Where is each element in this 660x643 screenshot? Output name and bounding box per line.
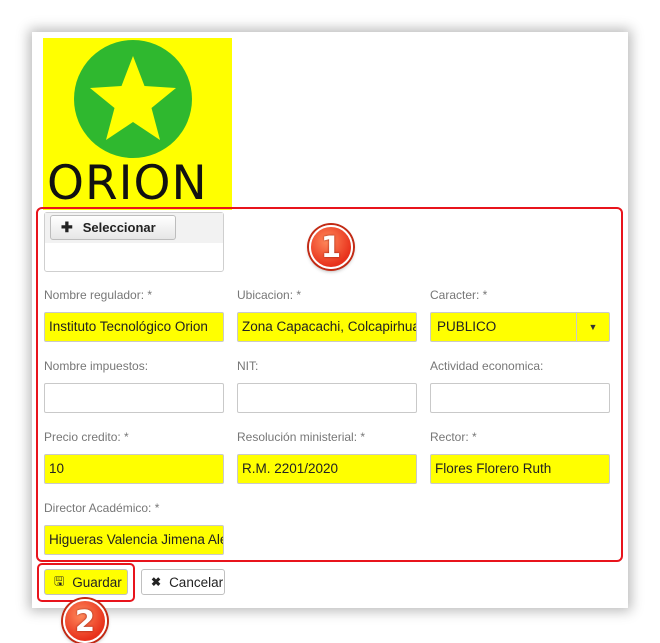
chevron-down-icon[interactable]: ▼ [576,313,609,341]
precio-credito-input[interactable]: 10 [44,454,224,484]
actividad-economica-input[interactable] [430,383,610,413]
nombre-regulador-label: Nombre regulador: * [44,288,153,302]
orion-logo: ORION [43,38,232,210]
nombre-impuestos-label: Nombre impuestos: [44,359,149,373]
director-academico-input[interactable]: Higueras Valencia Jimena Alejandra [44,525,224,555]
save-button-label: Guardar [72,574,122,590]
resolucion-ministerial-input[interactable]: R.M. 2201/2020 [237,454,417,484]
nit-label: NIT: [237,359,259,373]
rector-label: Rector: * [430,430,477,444]
ubicacion-label: Ubicacion: * [237,288,302,302]
select-file-label: Seleccionar [82,220,156,235]
caracter-select[interactable]: PUBLICO ▼ [430,312,610,342]
ubicacion-input[interactable]: Zona Capacachi, Colcapirhua [237,312,417,342]
cancel-button[interactable]: ✖ Cancelar [141,569,225,595]
floppy-disk-icon: 🖫 [54,573,65,588]
nit-input[interactable] [237,383,417,413]
nombre-regulador-input[interactable]: Instituto Tecnológico Orion [44,312,224,342]
cancel-button-label: Cancelar [169,574,224,590]
caracter-value: PUBLICO [437,319,497,334]
step-badge-1: 1 [309,225,353,269]
resolucion-ministerial-label: Resolución ministerial: * [237,430,366,444]
rector-input[interactable]: Flores Florero Ruth [430,454,610,484]
actividad-economica-label: Actividad economica: [430,359,544,373]
director-academico-label: Director Académico: * [44,501,160,515]
plus-icon: ✚ [61,219,73,235]
precio-credito-label: Precio credito: * [44,430,129,444]
step-badge-2: 2 [63,599,107,643]
nombre-impuestos-input[interactable] [44,383,224,413]
caracter-label: Caracter: * [430,288,488,302]
save-button[interactable]: 🖫 Guardar [44,569,128,595]
select-file-button[interactable]: ✚ Seleccionar [50,215,176,240]
close-icon: ✖ [151,575,162,589]
logo-text: ORION [47,156,208,210]
